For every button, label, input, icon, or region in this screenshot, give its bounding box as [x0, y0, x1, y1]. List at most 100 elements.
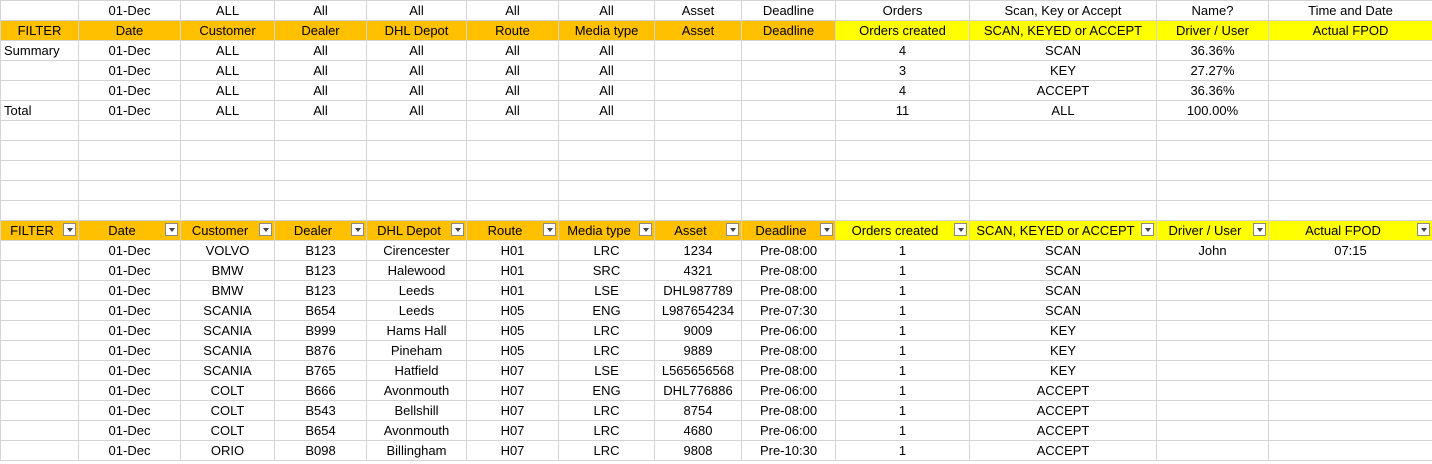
cell[interactable]	[1268, 160, 1432, 181]
cell[interactable]	[654, 140, 742, 161]
cell[interactable]	[78, 160, 181, 181]
cell[interactable]	[1268, 80, 1432, 101]
cell[interactable]	[969, 140, 1157, 161]
cell[interactable]	[654, 120, 742, 141]
cell[interactable]	[274, 180, 367, 201]
cell[interactable]: All	[366, 100, 467, 121]
cell[interactable]: SCAN	[969, 40, 1157, 61]
cell[interactable]: All	[274, 0, 367, 21]
cell[interactable]: DHL776886	[654, 380, 742, 401]
cell[interactable]	[1156, 260, 1269, 281]
filter-dropdown-icon[interactable]	[639, 223, 652, 236]
cell[interactable]	[0, 180, 79, 201]
cell[interactable]: B123	[274, 260, 367, 281]
filter-dropdown-icon[interactable]	[1141, 223, 1154, 236]
cell[interactable]: Total	[0, 100, 79, 121]
cell[interactable]: 9009	[654, 320, 742, 341]
cell[interactable]	[969, 120, 1157, 141]
cell[interactable]: LSE	[558, 280, 655, 301]
cell[interactable]	[366, 140, 467, 161]
cell[interactable]: ACCEPT	[969, 400, 1157, 421]
cell[interactable]: KEY	[969, 60, 1157, 81]
cell[interactable]	[1156, 440, 1269, 461]
cell[interactable]	[366, 160, 467, 181]
cell[interactable]: ORIO	[180, 440, 275, 461]
header-cell[interactable]: Customer	[180, 20, 275, 41]
cell[interactable]: SCAN	[969, 240, 1157, 261]
cell[interactable]	[180, 160, 275, 181]
header-cell[interactable]: Asset	[654, 20, 742, 41]
cell[interactable]: All	[466, 100, 559, 121]
cell[interactable]: 01-Dec	[78, 60, 181, 81]
cell[interactable]	[1156, 300, 1269, 321]
header-cell[interactable]: Deadline	[741, 20, 836, 41]
cell[interactable]: All	[466, 60, 559, 81]
cell[interactable]	[78, 200, 181, 221]
cell[interactable]: H07	[466, 360, 559, 381]
cell[interactable]: SCAN	[969, 300, 1157, 321]
cell[interactable]: LSE	[558, 360, 655, 381]
cell[interactable]: H07	[466, 420, 559, 441]
cell[interactable]: Hams Hall	[366, 320, 467, 341]
cell[interactable]	[0, 400, 79, 421]
cell[interactable]	[1268, 60, 1432, 81]
header-cell[interactable]: Orders created	[835, 20, 970, 41]
cell[interactable]: B999	[274, 320, 367, 341]
cell[interactable]: ENG	[558, 380, 655, 401]
cell[interactable]: LRC	[558, 320, 655, 341]
cell[interactable]	[741, 200, 836, 221]
cell[interactable]	[1156, 140, 1269, 161]
cell[interactable]	[0, 60, 79, 81]
cell[interactable]	[558, 140, 655, 161]
cell[interactable]	[741, 140, 836, 161]
cell[interactable]	[1156, 420, 1269, 441]
cell[interactable]: LRC	[558, 240, 655, 261]
cell[interactable]: Pre-08:00	[741, 240, 836, 261]
cell[interactable]	[835, 120, 970, 141]
cell[interactable]: B543	[274, 400, 367, 421]
cell[interactable]: All	[558, 40, 655, 61]
cell[interactable]: H01	[466, 240, 559, 261]
cell[interactable]: 36.36%	[1156, 40, 1269, 61]
cell[interactable]	[180, 120, 275, 141]
cell[interactable]	[466, 160, 559, 181]
cell[interactable]	[0, 440, 79, 461]
cell[interactable]: All	[466, 80, 559, 101]
cell[interactable]	[366, 120, 467, 141]
cell[interactable]: 1234	[654, 240, 742, 261]
cell[interactable]	[654, 60, 742, 81]
header-cell[interactable]: Actual FPOD	[1268, 20, 1432, 41]
header-cell[interactable]: Date	[78, 20, 181, 41]
cell[interactable]	[741, 180, 836, 201]
cell[interactable]: 1	[835, 320, 970, 341]
cell[interactable]	[558, 180, 655, 201]
cell[interactable]	[1156, 320, 1269, 341]
header-cell[interactable]: Media type	[558, 20, 655, 41]
cell[interactable]: ALL	[180, 100, 275, 121]
cell[interactable]	[0, 360, 79, 381]
cell[interactable]	[78, 120, 181, 141]
cell[interactable]: H01	[466, 260, 559, 281]
cell[interactable]	[0, 160, 79, 181]
cell[interactable]	[1156, 180, 1269, 201]
cell[interactable]: 9889	[654, 340, 742, 361]
cell[interactable]: All	[558, 100, 655, 121]
cell[interactable]	[1268, 440, 1432, 461]
cell[interactable]: Avonmouth	[366, 380, 467, 401]
cell[interactable]	[835, 200, 970, 221]
header-cell[interactable]: Dealer	[274, 20, 367, 41]
cell[interactable]	[180, 180, 275, 201]
cell[interactable]: ENG	[558, 300, 655, 321]
cell[interactable]: 01-Dec	[78, 400, 181, 421]
cell[interactable]	[1156, 120, 1269, 141]
cell[interactable]: Asset	[654, 0, 742, 21]
cell[interactable]: ALL	[180, 40, 275, 61]
cell[interactable]	[1268, 260, 1432, 281]
cell[interactable]: Pre-10:30	[741, 440, 836, 461]
cell[interactable]: 1	[835, 280, 970, 301]
cell[interactable]: 8754	[654, 400, 742, 421]
cell[interactable]: 01-Dec	[78, 440, 181, 461]
cell[interactable]: Pre-06:00	[741, 380, 836, 401]
cell[interactable]	[1268, 420, 1432, 441]
cell[interactable]: B666	[274, 380, 367, 401]
